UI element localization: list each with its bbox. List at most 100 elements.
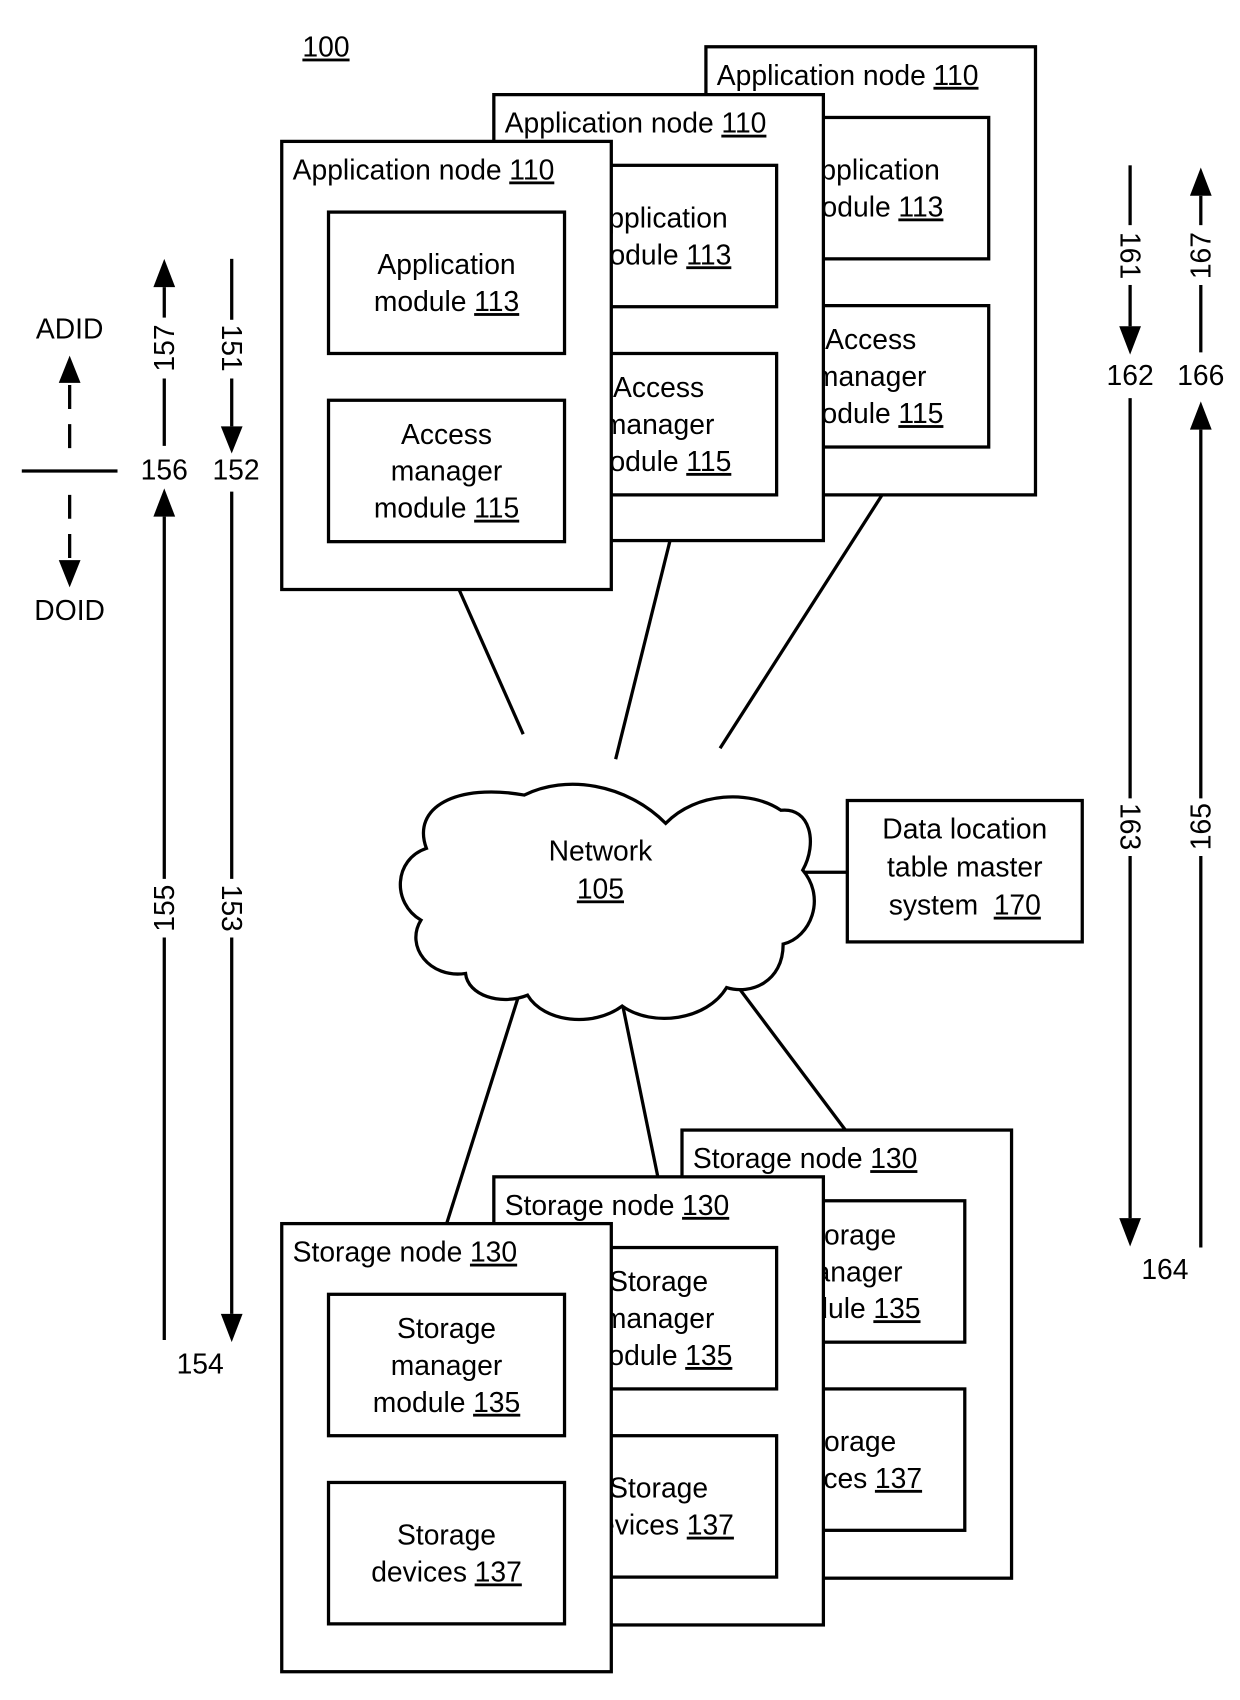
- dl-line-2: table master: [887, 851, 1043, 883]
- application-node-title-text: Application node: [293, 153, 502, 185]
- storage-module-2-ref: 137: [687, 1509, 734, 1541]
- arrow-157-label: 157: [148, 324, 180, 371]
- storage-nodes: Storage node130Storagemanagermodule135St…: [280, 1128, 1014, 1674]
- application-module-2-text: manager: [815, 360, 927, 392]
- storage-module-1-ref: 135: [473, 1386, 520, 1418]
- storage-module-1-line-1: Storage: [397, 1312, 496, 1344]
- application-module-2-ref: 115: [686, 445, 731, 477]
- application-module[interactable]: Application module 113: [326, 210, 567, 356]
- dl-line-1: Data location: [882, 813, 1047, 845]
- storage-module-1-line-2: manager: [603, 1302, 715, 1334]
- storage-module-1-text: Storage: [609, 1265, 708, 1297]
- dl-line-3: system 170: [889, 889, 1041, 921]
- node-164: 164: [1141, 1253, 1188, 1285]
- adid-arrowhead: [58, 355, 81, 383]
- application-node-title: Application node 110: [505, 107, 767, 139]
- application-module-1-line-1: Application: [377, 248, 515, 280]
- application-module-2-line-2: manager: [603, 408, 715, 440]
- left-flow-arrows: 157 151 156 152 155 153 154: [141, 258, 260, 1380]
- storage-module-2-line-1: Storage: [397, 1518, 496, 1550]
- link-storage-middle: [620, 1002, 660, 1179]
- arrow-155-head: [153, 488, 176, 517]
- storage-devices[interactable]: Storage devices137: [326, 1480, 567, 1626]
- storage-module-1-ref: 135: [873, 1292, 920, 1324]
- application-module-1-text: Application: [377, 248, 515, 280]
- dl-ref: 170: [994, 889, 1041, 921]
- application-module-2-text: Access: [825, 323, 916, 355]
- application-node-ref: 110: [933, 59, 978, 91]
- application-module-2-line-1: Access: [401, 418, 492, 450]
- application-module-1-ref: 113: [686, 238, 731, 270]
- storage-module-2-text: devices: [371, 1555, 467, 1587]
- application-module-2-line-3: module 115: [374, 492, 519, 524]
- storage-node-title-text: Storage node: [293, 1236, 463, 1268]
- storage-manager-module[interactable]: Storage manager module135: [326, 1292, 567, 1438]
- storage-module-2-ref: 137: [875, 1462, 922, 1494]
- storage-node-title: Storage node 130: [693, 1142, 918, 1174]
- doid-label: DOID: [34, 594, 105, 626]
- storage-module-1-line-1: Storage: [609, 1265, 708, 1297]
- storage-module-2-ref: 137: [475, 1555, 522, 1587]
- application-module-2-text: manager: [603, 408, 715, 440]
- application-module-1-text: module: [374, 285, 467, 317]
- application-module-1-ref: 113: [474, 285, 519, 317]
- application-module-2-ref: 115: [898, 397, 943, 429]
- arrow-163-label: 163: [1114, 803, 1146, 850]
- arrow-167-head: [1189, 167, 1212, 196]
- right-flow-arrows: 161 167 162 166 163 165 164: [1107, 165, 1224, 1285]
- application-module-2-ref: 115: [474, 492, 519, 524]
- arrow-167-label: 167: [1185, 232, 1217, 279]
- system-diagram: 100 Network 105 Data location table mast…: [21, 31, 1224, 1674]
- storage-module-2-line-2: devices137: [371, 1555, 522, 1587]
- arrow-155-label: 155: [148, 885, 180, 932]
- storage-module-1-ref: 135: [685, 1339, 732, 1371]
- storage-module-1-line-3: module135: [373, 1386, 521, 1418]
- application-module-2-line-2: manager: [391, 455, 503, 487]
- storage-node-ref: 130: [682, 1189, 729, 1221]
- arrow-161-head: [1119, 326, 1141, 355]
- storage-module-1-line-2: manager: [391, 1349, 503, 1381]
- data-location-table-master[interactable]: Data location table master system 170: [845, 798, 1084, 944]
- storage-module-1-text: manager: [603, 1302, 715, 1334]
- application-node-title-text: Application node: [717, 59, 926, 91]
- arrow-165-label: 165: [1185, 803, 1217, 850]
- application-node-ref: 110: [509, 153, 554, 185]
- storage-module-1-text: module: [373, 1386, 466, 1418]
- arrow-151-label: 151: [216, 324, 248, 371]
- application-module-2-line-1: Access: [613, 371, 704, 403]
- application-node-ref: 110: [721, 107, 766, 139]
- application-node-title: Application node 110: [717, 59, 979, 91]
- arrow-157-head: [153, 258, 176, 288]
- storage-node-title-text: Storage node: [505, 1189, 675, 1221]
- storage-node-1[interactable]: Storage node 130Storagemanagermodule 135St…: [280, 1221, 613, 1674]
- storage-module-2-text: Storage: [397, 1518, 496, 1550]
- storage-module-1-text: manager: [391, 1349, 503, 1381]
- application-module-1-ref: 113: [898, 190, 943, 222]
- application-node-1[interactable]: Application node 110Applicationmodule 113A…: [280, 139, 613, 592]
- arrow-163-head: [1119, 1218, 1141, 1247]
- node-152: 152: [212, 454, 259, 486]
- node-156: 156: [141, 454, 188, 486]
- application-node-title-text: Application node: [505, 107, 714, 139]
- arrow-151-head: [220, 426, 243, 454]
- adid-label: ADID: [36, 312, 104, 344]
- application-module-2-text: module: [374, 492, 467, 524]
- storage-node-ref: 130: [870, 1142, 917, 1174]
- figure-ref: 100: [302, 31, 349, 63]
- arrow-161-label: 161: [1114, 232, 1146, 279]
- application-node-title: Application node 110: [293, 153, 555, 185]
- node-166: 166: [1177, 359, 1224, 391]
- arrow-165-head: [1189, 401, 1212, 430]
- node-154: 154: [177, 1348, 224, 1380]
- storage-module-2-text: Storage: [609, 1472, 708, 1504]
- application-module-2-line-2: manager: [815, 360, 927, 392]
- arrow-153-head: [220, 1313, 243, 1343]
- application-module-2-text: Access: [401, 418, 492, 450]
- application-module-2-text: manager: [391, 455, 503, 487]
- storage-node-title: Storage node 130: [293, 1236, 518, 1268]
- application-access-manager-module[interactable]: Access manager module 115: [326, 398, 567, 544]
- network-cloud[interactable]: Network 105: [398, 782, 816, 1022]
- network-ref: 105: [577, 872, 624, 904]
- storage-module-1-text: Storage: [397, 1312, 496, 1344]
- link-app-middle: [614, 540, 672, 760]
